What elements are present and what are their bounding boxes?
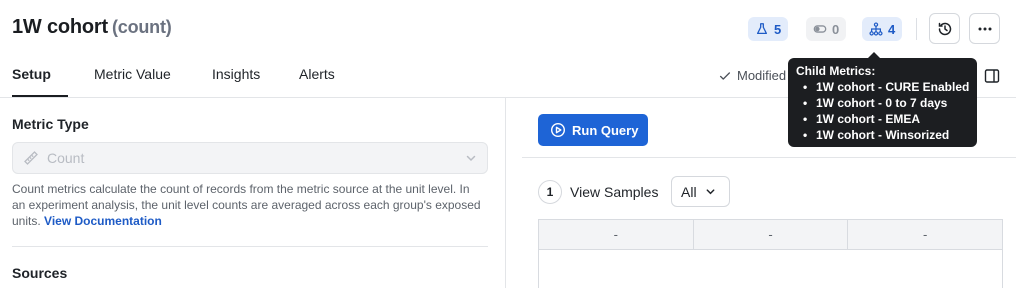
hierarchy-icon <box>869 22 883 36</box>
metric-type-select[interactable]: Count <box>12 142 488 174</box>
metric-type-description: Count metrics calculate the count of rec… <box>12 181 482 229</box>
metric-type-value: Count <box>47 150 85 166</box>
sources-label: Sources <box>12 265 68 281</box>
samples-table: - - - <box>538 219 1003 288</box>
experiments-count: 5 <box>774 21 782 37</box>
active-tab-indicator <box>12 95 68 97</box>
chevron-down-icon <box>706 189 715 195</box>
child-metric-item: 1W cohort - CURE Enabled <box>796 79 969 95</box>
experiments-badge[interactable]: 5 <box>748 17 789 41</box>
flask-icon <box>756 23 768 35</box>
table-header-cell: - <box>539 220 694 249</box>
toggle-icon <box>813 25 827 33</box>
samples-filter-dropdown[interactable]: All <box>671 176 730 207</box>
history-icon <box>938 22 951 35</box>
child-metrics-badge[interactable]: 4 <box>862 17 903 41</box>
tab-insights[interactable]: Insights <box>212 66 260 82</box>
tab-alerts[interactable]: Alerts <box>299 66 335 82</box>
view-documentation-link[interactable]: View Documentation <box>44 214 162 228</box>
ruler-icon <box>24 151 38 165</box>
page-header: 1W cohort (count) 5 0 4 <box>0 0 1016 56</box>
results-divider <box>522 157 1016 158</box>
child-metrics-list: 1W cohort - CURE Enabled 1W cohort - 0 t… <box>796 79 969 143</box>
more-horizontal-icon <box>978 27 991 30</box>
section-divider <box>12 246 488 247</box>
more-options-button[interactable] <box>969 13 1000 44</box>
play-circle-icon <box>550 122 566 138</box>
step-number-badge: 1 <box>538 180 562 204</box>
check-icon <box>719 71 731 80</box>
chevron-down-icon <box>466 155 476 162</box>
side-panel-icon[interactable] <box>984 68 1000 84</box>
table-header-cell: - <box>694 220 849 249</box>
toggles-count: 0 <box>832 21 840 37</box>
tooltip-title: Child Metrics: <box>796 64 876 78</box>
tab-setup[interactable]: Setup <box>12 66 51 82</box>
child-metrics-tooltip: Child Metrics: 1W cohort - CURE Enabled … <box>788 52 977 147</box>
run-query-label: Run Query <box>572 122 639 138</box>
tooltip-caret <box>868 52 880 58</box>
metric-type-suffix: (count) <box>111 17 172 37</box>
metric-name: 1W cohort <box>12 16 108 38</box>
tab-metric-value[interactable]: Metric Value <box>94 66 171 82</box>
samples-table-header: - - - <box>539 220 1002 250</box>
view-samples-label: View Samples <box>570 184 659 200</box>
child-metric-item: 1W cohort - 0 to 7 days <box>796 95 969 111</box>
run-query-button[interactable]: Run Query <box>538 114 648 146</box>
modified-status: Modified <box>718 68 786 83</box>
metric-type-label: Metric Type <box>12 116 89 132</box>
samples-filter-value: All <box>681 183 697 200</box>
toggles-badge[interactable]: 0 <box>806 17 847 41</box>
child-metrics-count: 4 <box>888 21 896 37</box>
child-metric-item: 1W cohort - EMEA <box>796 111 969 127</box>
header-divider <box>916 18 917 40</box>
modified-label: Modified <box>737 68 787 83</box>
table-header-cell: - <box>923 227 928 242</box>
history-button[interactable] <box>929 13 960 44</box>
setup-panel: Metric Type Count Count metrics calculat… <box>0 98 506 288</box>
page-title: 1W cohort (count) <box>12 16 172 39</box>
child-metric-item: 1W cohort - Winsorized <box>796 127 969 143</box>
